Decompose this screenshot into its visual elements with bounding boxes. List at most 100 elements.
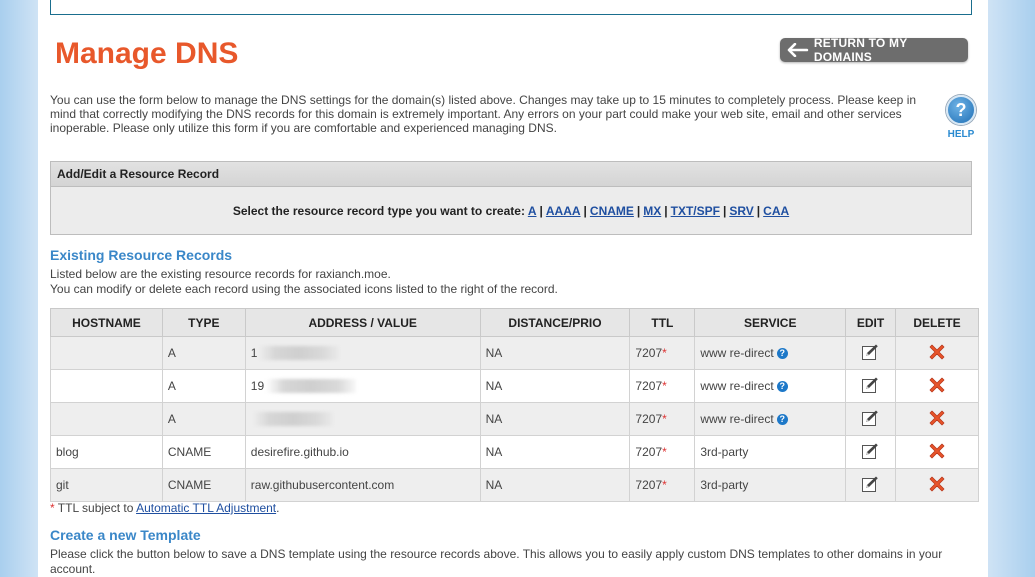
edit-pencil-icon[interactable] (861, 475, 879, 493)
distance-prio-cell: NA (479, 435, 631, 469)
create-template-desc: Please click the button below to save a … (50, 547, 943, 576)
address-value-cell: desirefire.github.io (244, 435, 481, 469)
record-type-link-srv[interactable]: SRV (729, 204, 753, 218)
service-help-icon[interactable]: ? (776, 381, 788, 392)
delete-cell (895, 435, 979, 469)
ttl-star: * (662, 445, 667, 459)
create-template-title: Create a new Template (50, 527, 201, 543)
column-header-delete: DELETE (895, 308, 979, 337)
column-header-ttl: TTL (629, 308, 696, 337)
table-header-row: HOSTNAME TYPE ADDRESS / VALUE DISTANCE/PRIO… (50, 308, 979, 337)
delete-cell (895, 336, 979, 370)
ttl-footnote: * TTL subject to Automatic TTL Adjustmen… (50, 501, 279, 515)
ttl-cell-text: 7207 (635, 445, 663, 459)
distance-prio-cell: NA (479, 468, 631, 502)
distance-prio-cell-text: NA (485, 478, 503, 492)
type-separator: | (722, 204, 727, 218)
record-type-link-caa[interactable]: CAA (763, 204, 789, 218)
table-row: A 1 NA 7207* www re-direct? (50, 336, 979, 370)
column-header-edit: EDIT (845, 308, 897, 337)
ttl-star: * (50, 501, 55, 515)
redacted-address (266, 379, 357, 394)
delete-cell (895, 402, 979, 436)
ttl-footnote-end: . (276, 501, 280, 515)
delete-x-icon[interactable] (927, 441, 947, 461)
record-type-selector: Select the resource record type you want… (51, 187, 971, 218)
record-type-link-mx[interactable]: MX (643, 204, 661, 218)
type-cell: CNAME (161, 468, 246, 502)
record-type-link-txt-spf[interactable]: TXT/SPF (671, 204, 720, 218)
hostname-cell: git (50, 468, 163, 502)
type-cell: A (161, 336, 246, 370)
help-label: HELP (947, 129, 975, 140)
address-value-cell: 19 (244, 369, 481, 403)
ttl-cell: 7207* (629, 468, 696, 502)
type-separator: | (636, 204, 641, 218)
column-header-type: TYPE (161, 308, 246, 337)
distance-prio-cell: NA (479, 402, 631, 436)
edit-pencil-icon[interactable] (861, 442, 879, 460)
service-help-icon[interactable]: ? (776, 348, 788, 359)
hostname-cell-text: blog (56, 445, 79, 459)
service-cell: www re-direct? (694, 369, 847, 403)
column-header-hostname: HOSTNAME (50, 308, 163, 337)
distance-prio-cell: NA (479, 369, 631, 403)
record-type-link-cname[interactable]: CNAME (590, 204, 634, 218)
existing-records-title: Existing Resource Records (50, 247, 233, 263)
page-content: Manage DNS RETURN TO MY DOMAINS You can … (38, 0, 988, 576)
ttl-cell-text: 7207 (635, 379, 663, 393)
column-header-address-value: ADDRESS / VALUE (244, 308, 481, 337)
service-cell-text: 3rd-party (700, 445, 749, 459)
edit-pencil-icon[interactable] (861, 409, 879, 427)
delete-x-icon[interactable] (927, 474, 947, 494)
service-help-icon[interactable]: ? (776, 414, 788, 425)
redacted-address (252, 412, 333, 427)
ttl-cell: 7207* (629, 435, 696, 469)
delete-x-icon[interactable] (927, 408, 947, 428)
type-separator: | (756, 204, 761, 218)
hostname-cell (50, 369, 163, 403)
edit-cell (845, 468, 897, 502)
type-cell-text: A (167, 412, 176, 426)
address-value-cell: raw.githubusercontent.com (244, 468, 481, 502)
table-row: blog CNAME desirefire.github.io NA 7207* 3rd-… (50, 435, 979, 469)
distance-prio-cell-text: NA (485, 379, 503, 393)
type-cell: A (161, 369, 246, 403)
existing-records-desc-1: Listed below are the existing resource r… (50, 267, 391, 281)
ttl-star: * (662, 346, 667, 360)
edit-cell (845, 402, 897, 436)
delete-cell (895, 369, 979, 403)
delete-x-icon[interactable] (927, 342, 947, 362)
edit-cell (845, 435, 897, 469)
edit-pencil-icon[interactable] (861, 343, 879, 361)
type-cell-text: CNAME (167, 445, 212, 459)
type-separator: | (583, 204, 587, 218)
ttl-star: * (662, 379, 667, 393)
record-type-link-aaaa[interactable]: AAAA (546, 204, 581, 218)
table-row: A 19 NA 7207* www re-direct? (50, 369, 979, 403)
records-table: HOSTNAME TYPE ADDRESS / VALUE DISTANCE/PRIO… (50, 308, 979, 502)
ttl-cell-text: 7207 (635, 412, 663, 426)
ttl-star: * (662, 412, 667, 426)
return-to-domains-label: RETURN TO MY DOMAINS (813, 36, 908, 64)
address-value-cell-text: raw.githubusercontent.com (250, 478, 395, 492)
ttl-star: * (662, 478, 667, 492)
service-cell: 3rd-party (694, 468, 847, 502)
intro-text: You can use the form below to manage the… (50, 93, 917, 135)
service-cell-text: www re-direct (700, 412, 774, 426)
service-cell-text: www re-direct (700, 379, 774, 393)
left-arrow-icon (787, 43, 809, 57)
edit-cell (845, 369, 897, 403)
edit-cell (845, 336, 897, 370)
return-to-domains-button[interactable]: RETURN TO MY DOMAINS (780, 36, 968, 64)
column-header-service: SERVICE (694, 308, 847, 337)
automatic-ttl-adjustment-link[interactable]: Automatic TTL Adjustment (136, 501, 276, 515)
service-cell: 3rd-party (694, 435, 847, 469)
delete-x-icon[interactable] (927, 375, 947, 395)
help-button[interactable]: ? HELP (944, 95, 978, 140)
service-cell: www re-direct? (694, 402, 847, 436)
column-header-distance-prio: DISTANCE/PRIO (479, 308, 631, 337)
edit-pencil-icon[interactable] (861, 376, 879, 394)
record-type-link-a[interactable]: A (528, 204, 537, 218)
hostname-cell: blog (50, 435, 163, 469)
